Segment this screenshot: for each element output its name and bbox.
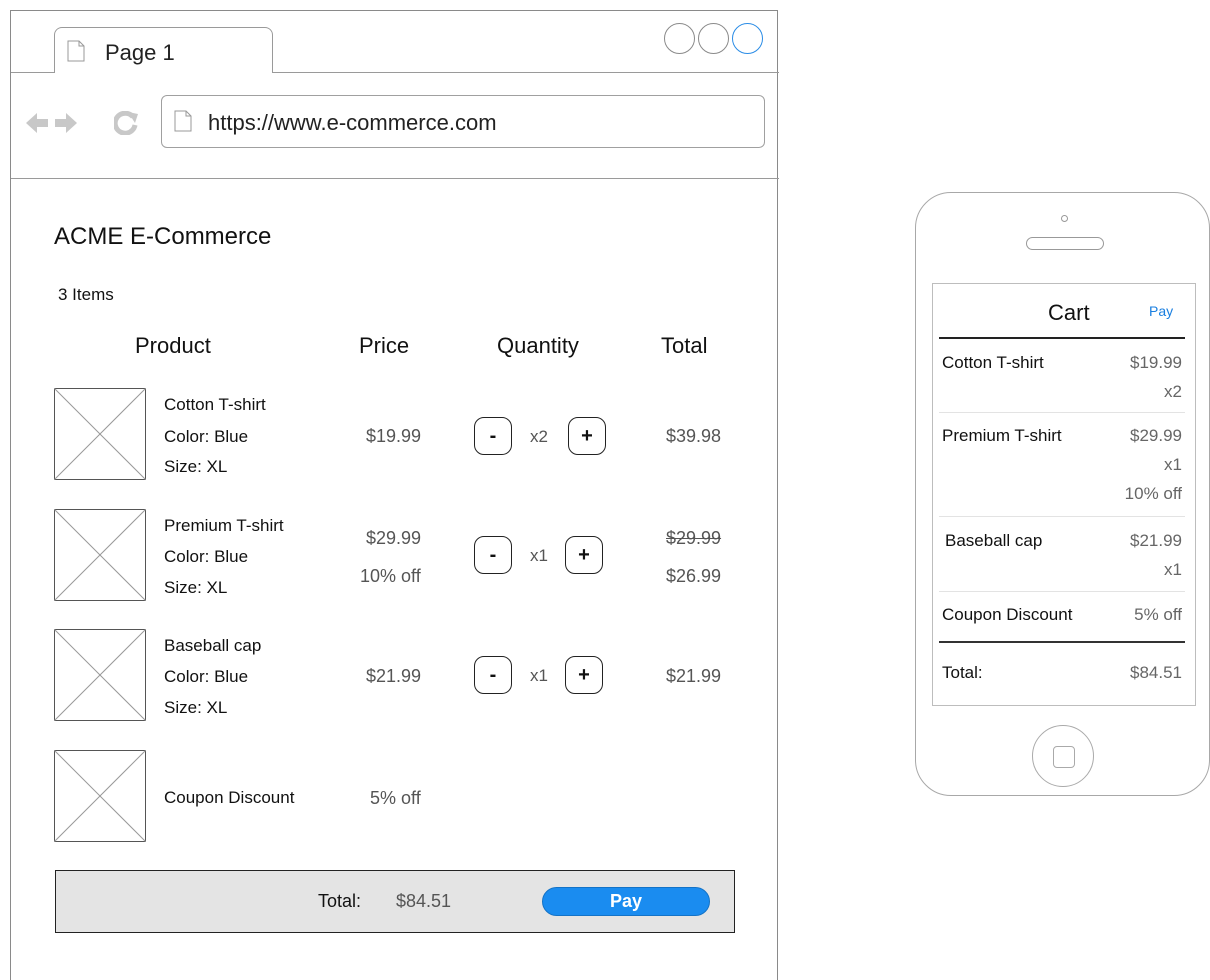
home-button-icon bbox=[1053, 746, 1075, 768]
back-arrow-icon[interactable] bbox=[26, 111, 48, 135]
tab-divider bbox=[273, 72, 779, 73]
phone-camera-icon bbox=[1061, 215, 1068, 222]
coupon-name: Coupon Discount bbox=[164, 788, 295, 807]
product-color: Color: Blue bbox=[164, 667, 249, 686]
cart-header-divider bbox=[939, 337, 1185, 339]
quantity-decrease-button[interactable]: - bbox=[474, 656, 512, 694]
product-size: Size: XL bbox=[164, 457, 228, 476]
quantity-increase-button[interactable]: + bbox=[565, 656, 603, 694]
product-name: Baseball cap bbox=[164, 636, 262, 655]
phone-speaker bbox=[1026, 237, 1104, 250]
list-divider bbox=[939, 412, 1185, 413]
mobile-item-name: Premium T-shirt bbox=[942, 426, 1062, 445]
address-bar[interactable]: https://www.e-commerce.com bbox=[161, 95, 765, 148]
list-divider bbox=[939, 591, 1185, 592]
column-header-product: Product bbox=[135, 333, 211, 358]
total-divider bbox=[939, 641, 1185, 643]
mobile-item-price: $19.99 bbox=[1130, 353, 1182, 372]
product-discount: 10% off bbox=[360, 566, 421, 586]
mobile-coupon-value: 5% off bbox=[1134, 605, 1182, 624]
coupon-value: 5% off bbox=[370, 788, 421, 808]
row-total: $21.99 bbox=[666, 666, 722, 686]
row-total-original: $29.99 bbox=[666, 528, 722, 548]
list-divider bbox=[939, 516, 1185, 517]
product-price: $19.99 bbox=[366, 426, 422, 446]
mobile-item-qty: x1 bbox=[1164, 560, 1182, 579]
quantity-value: x1 bbox=[530, 666, 548, 685]
product-size: Size: XL bbox=[164, 578, 228, 597]
checkout-bar: Total: $84.51 Pay bbox=[55, 870, 735, 933]
product-price: $21.99 bbox=[366, 666, 422, 686]
column-header-price: Price bbox=[359, 333, 410, 358]
mobile-item-name: Baseball cap bbox=[945, 531, 1043, 550]
column-header-quantity: Quantity bbox=[497, 333, 579, 358]
mobile-item-name: Cotton T-shirt bbox=[942, 353, 1044, 372]
row-total: $26.99 bbox=[666, 566, 722, 586]
total-value: $84.51 bbox=[396, 891, 452, 911]
row-total: $39.98 bbox=[666, 426, 722, 446]
column-header-total: Total bbox=[661, 333, 708, 358]
quantity-increase-button[interactable]: + bbox=[565, 536, 603, 574]
quantity-decrease-button[interactable]: - bbox=[474, 536, 512, 574]
pay-button[interactable]: Pay bbox=[542, 887, 710, 916]
product-price: $29.99 bbox=[366, 528, 422, 548]
browser-window: Page 1 https://www.e-commerce.com ACME E… bbox=[10, 10, 779, 980]
reload-icon[interactable] bbox=[114, 111, 138, 135]
phone-screen: Cart Pay Cotton T-shirt $19.99 x2 Premiu… bbox=[932, 283, 1196, 706]
mobile-coupon-name: Coupon Discount bbox=[942, 605, 1073, 624]
product-color: Color: Blue bbox=[164, 547, 249, 566]
total-label: Total: bbox=[318, 891, 362, 911]
url-text: https://www.e-commerce.com bbox=[208, 110, 497, 135]
product-color: Color: Blue bbox=[164, 427, 249, 446]
quantity-decrease-button[interactable]: - bbox=[474, 417, 512, 455]
item-count: 3 Items bbox=[58, 285, 114, 304]
quantity-increase-button[interactable]: + bbox=[568, 417, 606, 455]
mobile-item-discount: 10% off bbox=[1124, 484, 1182, 503]
product-name: Cotton T-shirt bbox=[164, 395, 266, 414]
tab-divider bbox=[11, 72, 55, 73]
window-close-button[interactable] bbox=[732, 23, 763, 54]
quantity-value: x1 bbox=[530, 546, 548, 565]
mobile-item-qty: x1 bbox=[1164, 455, 1182, 474]
product-size: Size: XL bbox=[164, 698, 228, 717]
mobile-item-price: $21.99 bbox=[1130, 531, 1182, 550]
product-image-placeholder bbox=[54, 629, 146, 721]
window-minimize-button[interactable] bbox=[664, 23, 695, 54]
product-image-placeholder bbox=[54, 388, 146, 480]
mobile-total-label: Total: bbox=[942, 663, 983, 682]
mobile-item-price: $29.99 bbox=[1130, 426, 1182, 445]
mobile-item-qty: x2 bbox=[1164, 382, 1182, 401]
product-name: Premium T-shirt bbox=[164, 516, 284, 535]
phone-home-button[interactable] bbox=[1032, 725, 1094, 787]
store-title: ACME E-Commerce bbox=[54, 223, 272, 250]
page-icon bbox=[174, 110, 192, 132]
coupon-image-placeholder bbox=[54, 750, 146, 842]
window-maximize-button[interactable] bbox=[698, 23, 729, 54]
cart-title: Cart bbox=[1048, 300, 1090, 325]
toolbar-divider bbox=[11, 178, 779, 179]
mobile-pay-link[interactable]: Pay bbox=[1149, 303, 1173, 319]
mobile-total-value: $84.51 bbox=[1130, 663, 1182, 682]
product-image-placeholder bbox=[54, 509, 146, 601]
page-icon bbox=[67, 40, 85, 62]
forward-arrow-icon[interactable] bbox=[55, 111, 77, 135]
quantity-value: x2 bbox=[530, 427, 548, 446]
tab-label: Page 1 bbox=[105, 40, 175, 65]
browser-tab[interactable]: Page 1 bbox=[54, 27, 273, 73]
phone-frame: Cart Pay Cotton T-shirt $19.99 x2 Premiu… bbox=[915, 192, 1210, 796]
